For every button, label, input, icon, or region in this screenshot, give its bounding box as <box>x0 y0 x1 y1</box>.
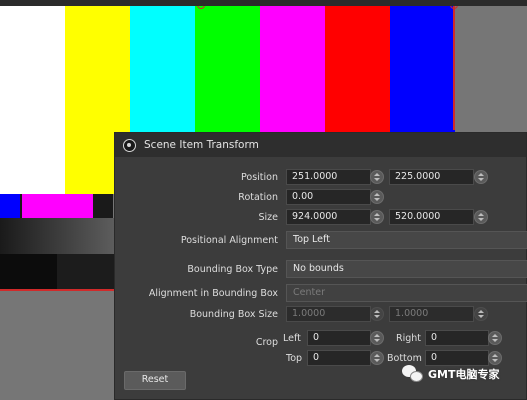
crop-top-input[interactable]: 0 <box>307 350 371 366</box>
preview-top-edge <box>0 0 527 6</box>
obs-logo-icon <box>123 138 136 152</box>
dialog-title: Scene Item Transform <box>144 139 259 151</box>
watermark: GMT电脑专家 <box>402 364 499 384</box>
bounding-box-height-spinner[interactable] <box>474 307 488 321</box>
crop-bottom-label: Bottom <box>387 353 422 364</box>
selection-border-right <box>453 6 455 130</box>
crop-label: Crop <box>255 337 278 348</box>
crop-bottom-spinner[interactable] <box>488 351 502 365</box>
bounding-box-type-label: Bounding Box Type <box>187 264 278 275</box>
position-x-spinner[interactable] <box>370 170 384 184</box>
positional-alignment-label: Positional Alignment <box>180 235 278 246</box>
crop-left-spinner[interactable] <box>370 331 384 345</box>
selection-border-bottom <box>0 289 115 291</box>
size-width-input[interactable]: 924.0000 <box>286 209 371 225</box>
bounding-box-height-input[interactable]: 1.0000 <box>389 306 474 322</box>
row2-swatch-black-2 <box>93 194 113 218</box>
rotation-spinner[interactable] <box>370 190 384 204</box>
size-label: Size <box>258 212 278 223</box>
size-height-spinner[interactable] <box>474 210 488 224</box>
rotation-input[interactable]: 0.00 <box>286 189 371 205</box>
crop-left-input[interactable]: 0 <box>307 330 371 346</box>
reset-button[interactable]: Reset <box>124 371 186 390</box>
watermark-text: GMT电脑专家 <box>428 368 500 381</box>
size-width-spinner[interactable] <box>370 210 384 224</box>
scene-item-transform-dialog: Scene Item Transform Position 251.0000 2… <box>114 132 527 400</box>
bounding-box-width-spinner[interactable] <box>370 307 384 321</box>
crop-top-label: Top <box>286 353 303 364</box>
row2-swatch-blue <box>0 194 20 218</box>
dialog-titlebar[interactable]: Scene Item Transform <box>115 133 526 157</box>
alignment-in-bounding-box-label: Alignment in Bounding Box <box>148 288 278 299</box>
position-x-input[interactable]: 251.0000 <box>286 169 371 185</box>
crop-left-label: Left <box>283 333 301 344</box>
bar-white <box>0 6 65 194</box>
crop-right-label: Right <box>396 333 422 344</box>
gray-step <box>0 254 57 290</box>
bounding-box-width-input[interactable]: 1.0000 <box>286 306 371 322</box>
gray-step <box>56 254 114 290</box>
position-y-input[interactable]: 225.0000 <box>389 169 474 185</box>
screenshot: Scene Item Transform Position 251.0000 2… <box>0 0 527 400</box>
crop-top-spinner[interactable] <box>370 351 384 365</box>
size-height-input[interactable]: 520.0000 <box>389 209 474 225</box>
wechat-icon <box>402 364 424 384</box>
position-y-spinner[interactable] <box>474 170 488 184</box>
alignment-in-bounding-box-select[interactable]: Center <box>286 284 527 302</box>
positional-alignment-select[interactable]: Top Left <box>286 231 527 249</box>
rotation-label: Rotation <box>238 192 278 203</box>
bounding-box-type-select[interactable]: No bounds <box>286 260 527 278</box>
bounding-box-size-label: Bounding Box Size <box>189 309 278 320</box>
crop-right-spinner[interactable] <box>488 331 502 345</box>
crop-right-input[interactable]: 0 <box>425 330 489 346</box>
position-label: Position <box>241 172 278 183</box>
row2-swatch-magenta <box>22 194 93 218</box>
